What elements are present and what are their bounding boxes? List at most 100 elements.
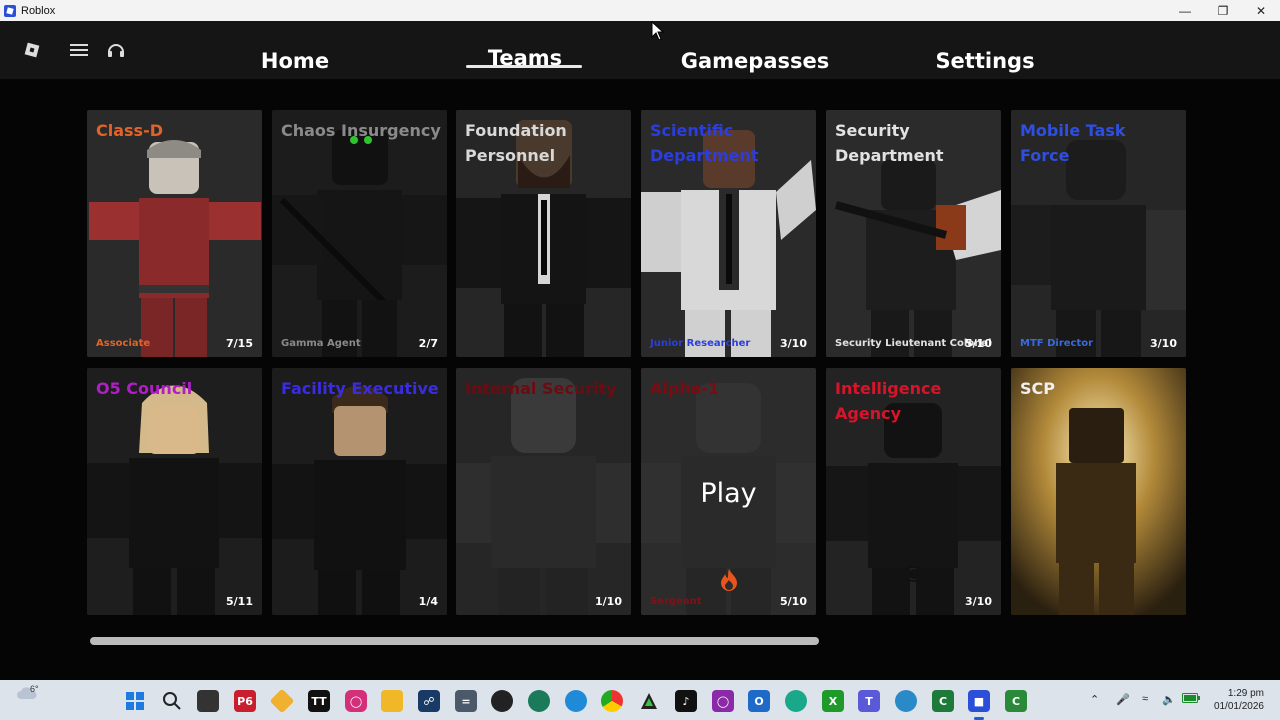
team-name: Intelligence Agency: [835, 379, 942, 423]
obs-icon[interactable]: [491, 690, 513, 712]
internal-security-avatar: [456, 368, 631, 615]
title-bar: Roblox — ❐ ✕: [0, 0, 1280, 21]
roblox-logo-icon[interactable]: [21, 39, 43, 61]
mouse-cursor-icon: [651, 21, 665, 41]
capcut-icon[interactable]: [638, 690, 660, 712]
outlook-icon[interactable]: O: [748, 690, 770, 712]
team-card-facility-executive[interactable]: Facility Executive 1/4: [272, 368, 447, 615]
team-count: 2/7: [418, 337, 438, 350]
tiktok-studio-icon[interactable]: TT: [308, 690, 330, 712]
system-clock[interactable]: 1:29 pm 01/01/2026: [1214, 687, 1264, 713]
calculator-icon[interactable]: =: [455, 690, 477, 712]
folder-icon[interactable]: [381, 690, 403, 712]
discord-icon[interactable]: [895, 690, 917, 712]
spotify-icon[interactable]: [785, 690, 807, 712]
eye-icon: [896, 566, 932, 582]
team-count: 5/10: [780, 595, 807, 608]
edge-icon[interactable]: [565, 690, 587, 712]
file-manager-icon[interactable]: [197, 690, 219, 712]
horizontal-scrollbar-thumb[interactable]: [90, 637, 819, 645]
team-card-scientific-department[interactable]: Scientific Department Junior Researcher …: [641, 110, 816, 357]
instagram-alt-icon[interactable]: ◯: [712, 690, 734, 712]
team-name: Chaos Insurgency: [281, 121, 441, 140]
clock-time: 1:29 pm: [1227, 688, 1264, 699]
team-count: 5/11: [226, 595, 253, 608]
o5-council-avatar: [87, 368, 262, 615]
menu-icon[interactable]: [68, 39, 90, 61]
team-name: Security Department: [835, 121, 944, 165]
scp-avatar: [1011, 368, 1186, 615]
team-card-internal-security[interactable]: Internal Security 1/10: [456, 368, 631, 615]
minimize-button[interactable]: —: [1166, 0, 1204, 21]
team-name: Facility Executive: [281, 379, 439, 398]
play-button[interactable]: Play: [700, 478, 756, 509]
window-title: Roblox: [21, 4, 56, 17]
instagram-icon[interactable]: ◯: [345, 690, 367, 712]
teams-icon[interactable]: T: [858, 690, 880, 712]
search-icon[interactable]: [161, 690, 183, 712]
sketch-icon[interactable]: [269, 688, 295, 714]
weather-widget[interactable]: 6°: [16, 684, 39, 702]
tab-gamepasses[interactable]: Gamepasses: [681, 49, 829, 73]
class-d-avatar: [87, 110, 262, 357]
team-name: Scientific Department: [650, 121, 759, 165]
team-name: Alpha-1: [650, 379, 720, 398]
excel-icon[interactable]: C: [932, 690, 954, 712]
microphone-icon[interactable]: 🎤: [1116, 693, 1130, 706]
roblox-app-icon: [4, 4, 16, 17]
team-count: 3/10: [780, 337, 807, 350]
chrome-icon[interactable]: [601, 690, 623, 712]
team-name: Class-D: [96, 121, 163, 140]
tray-overflow-icon[interactable]: ⌃: [1090, 693, 1099, 706]
team-card-mobile-task-force[interactable]: Mobile Task Force MTF Director 3/10: [1011, 110, 1186, 357]
restore-icon: ❐: [1217, 3, 1229, 18]
team-count: 3/10: [1150, 337, 1177, 350]
fire-icon: [721, 569, 737, 591]
facility-executive-avatar: [272, 368, 447, 615]
start-icon[interactable]: [124, 690, 146, 712]
team-card-intelligence-agency[interactable]: Intelligence Agency 3/10: [826, 368, 1001, 615]
tab-settings[interactable]: Settings: [935, 49, 1034, 73]
photoshop-icon[interactable]: P6: [234, 690, 256, 712]
team-count: 1/10: [595, 595, 622, 608]
roblox-icon[interactable]: ■: [968, 690, 990, 712]
team-name: O5 Council: [96, 379, 193, 398]
team-count: 3/10: [965, 595, 992, 608]
team-count: 7/15: [226, 337, 253, 350]
team-card-o5-council[interactable]: O5 Council 5/11: [87, 368, 262, 615]
volume-icon[interactable]: 🔈: [1162, 693, 1176, 706]
team-rank: Associate: [96, 338, 151, 349]
xbox-icon[interactable]: X: [822, 690, 844, 712]
team-card-class-d[interactable]: Class-D Associate 7/15: [87, 110, 262, 357]
windows-taskbar: 6° P6 TT ◯ ☍ = ♪ ◯ O X T C ■ C ⌃ 🎤 ≈ 🔈 1…: [0, 680, 1280, 720]
team-rank: Gamma Agent: [281, 338, 361, 349]
headset-icon[interactable]: [105, 39, 127, 61]
clipchamp-icon[interactable]: [528, 690, 550, 712]
tab-home[interactable]: Home: [261, 49, 329, 73]
top-nav: Home Teams Gamepasses Settings: [0, 21, 1280, 79]
tiktok-icon[interactable]: ♪: [675, 690, 697, 712]
restore-button[interactable]: ❐: [1204, 0, 1242, 21]
battery-icon[interactable]: [1182, 693, 1200, 706]
chaos-insurgency-avatar: [272, 110, 447, 357]
team-name: Foundation Personnel: [465, 121, 567, 165]
team-rank: Junior Researcher: [650, 338, 751, 349]
team-card-scp[interactable]: SCP: [1011, 368, 1186, 615]
team-card-alpha-1[interactable]: Alpha-1 Play Sergeant 5/10: [641, 368, 816, 615]
team-name: Internal Security: [465, 379, 617, 398]
active-tab-indicator: [466, 65, 582, 68]
wifi-icon[interactable]: ≈: [1142, 693, 1148, 705]
team-rank: Sergeant: [650, 596, 702, 607]
team-rank: MTF Director: [1020, 338, 1094, 349]
camtasia-icon[interactable]: C: [1005, 690, 1027, 712]
team-card-security-department[interactable]: Security Department Security Lieutenant …: [826, 110, 1001, 357]
team-count: 1/4: [418, 595, 438, 608]
team-card-chaos-insurgency[interactable]: Chaos Insurgency Gamma Agent 2/7: [272, 110, 447, 357]
vpn-icon[interactable]: ☍: [418, 690, 440, 712]
close-button[interactable]: ✕: [1242, 0, 1280, 21]
roblox-window: Roblox — ❐ ✕ Home Teams Gamepasses Setti…: [0, 0, 1280, 680]
team-name: SCP: [1020, 379, 1055, 398]
team-count: 5/10: [965, 337, 992, 350]
minimize-icon: —: [1179, 3, 1191, 18]
team-card-foundation-personnel[interactable]: Foundation Personnel: [456, 110, 631, 357]
